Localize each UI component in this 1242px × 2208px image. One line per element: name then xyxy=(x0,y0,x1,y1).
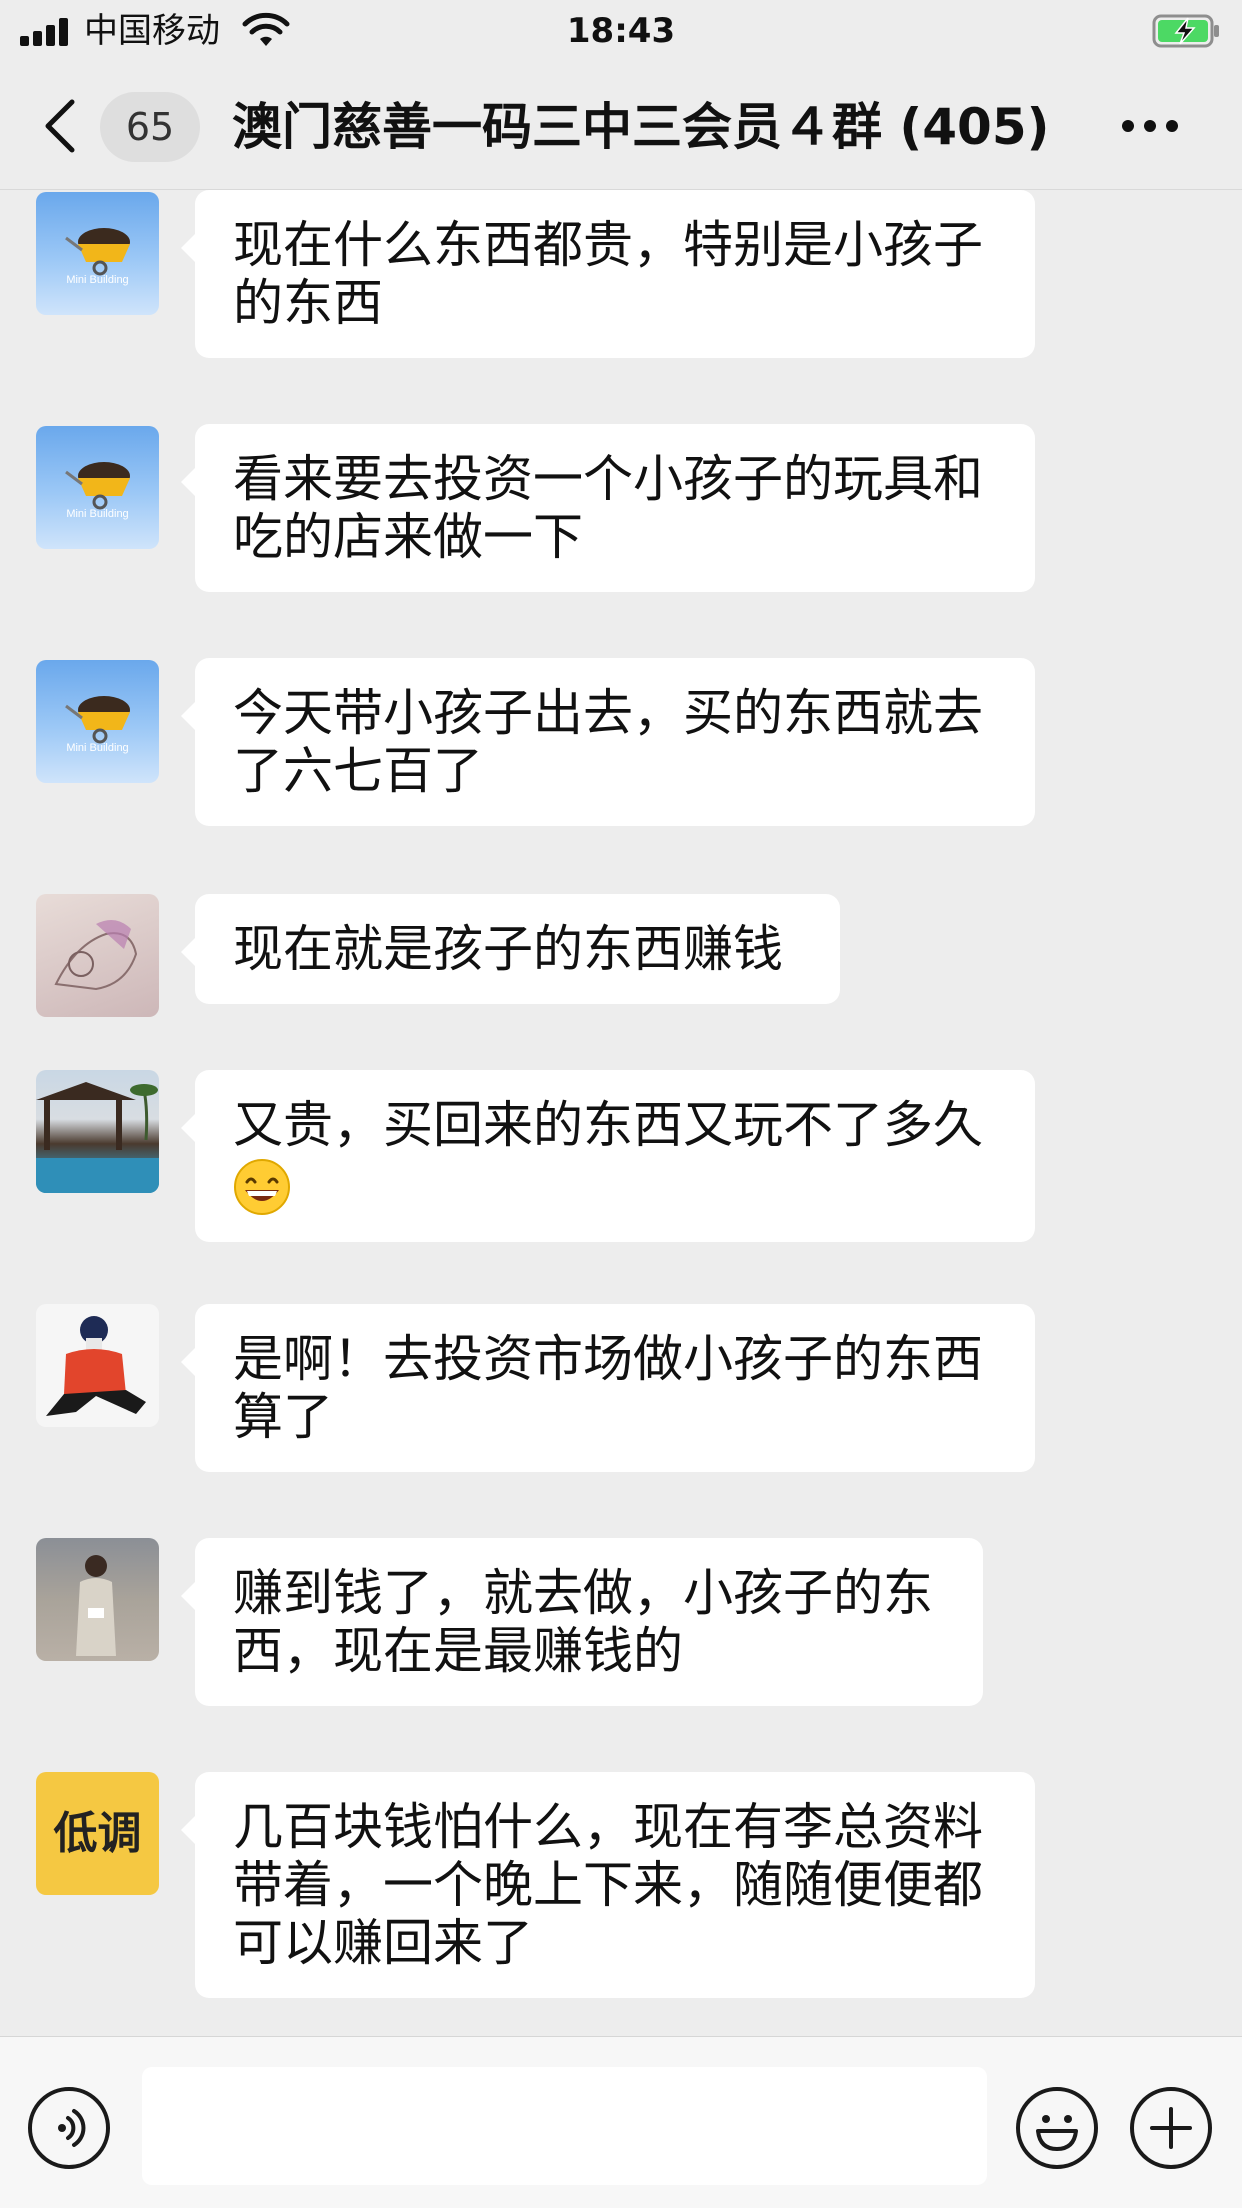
plus-icon[interactable] xyxy=(1130,2087,1212,2169)
avatar-lady[interactable] xyxy=(36,1538,159,1661)
back-chevron-icon[interactable] xyxy=(40,98,80,154)
avatar-person-red-jacket[interactable] xyxy=(36,1304,159,1427)
message-list[interactable]: Mini Building 现在什么东西都贵，特别是小孩子的东西 Mini Bu… xyxy=(0,190,1242,2036)
message-text: 看来要去投资一个小孩子的玩具和吃的店来做一下 xyxy=(233,450,983,566)
grinning-emoji-icon xyxy=(234,1158,290,1215)
avatar-label: Mini Building xyxy=(66,274,129,286)
unread-count-badge[interactable]: 65 xyxy=(100,92,200,162)
avatar-mini-building[interactable]: Mini Building xyxy=(36,192,159,315)
status-bar: 中国移动 18:43 xyxy=(0,0,1242,62)
message-bubble[interactable]: 赚到钱了，就去做，小孩子的东西，现在是最赚钱的 xyxy=(181,1538,983,1706)
chat-header: 65 澳门慈善一码三中三会员４群 (405) xyxy=(0,62,1242,190)
voice-icon[interactable] xyxy=(28,2087,110,2169)
message-text: 今天带小孩子出去，买的东西就去了六七百了 xyxy=(233,684,983,800)
message-bubble[interactable]: 又贵，买回来的东西又玩不了多久 xyxy=(181,1070,1035,1242)
chat-title: 澳门慈善一码三中三会员４群 (405) xyxy=(232,98,1050,156)
message-input[interactable] xyxy=(142,2067,987,2185)
message-bubble[interactable]: 现在什么东西都贵，特别是小孩子的东西 xyxy=(181,190,1035,358)
avatar-label: Mini Building xyxy=(66,742,129,754)
message-text: 现在就是孩子的东西赚钱 xyxy=(233,920,783,978)
avatar-text[interactable]: 低调 xyxy=(36,1772,159,1895)
avatar-mini-building[interactable]: Mini Building xyxy=(36,660,159,783)
message-bubble[interactable]: 是啊！去投资市场做小孩子的东西算了 xyxy=(181,1304,1035,1472)
battery-charging-icon xyxy=(1152,14,1219,48)
avatar-pavilion[interactable] xyxy=(36,1070,159,1193)
avatar-label: Mini Building xyxy=(66,508,129,520)
message-text: 又贵，买回来的东西又玩不了多久 xyxy=(233,1096,983,1154)
more-dots-icon[interactable] xyxy=(1122,114,1182,138)
avatar-sketch[interactable] xyxy=(36,894,159,1017)
message-text: 赚到钱了，就去做，小孩子的东西，现在是最赚钱的 xyxy=(233,1564,933,1680)
input-bar xyxy=(0,2036,1242,2208)
avatar-mini-building[interactable]: Mini Building xyxy=(36,426,159,549)
emoji-icon[interactable] xyxy=(1016,2087,1098,2169)
message-text: 几百块钱怕什么，现在有李总资料带着，一个晚上下来，随随便便都可以赚回来了 xyxy=(233,1798,983,1972)
clock: 18:43 xyxy=(566,11,676,51)
message-bubble[interactable]: 看来要去投资一个小孩子的玩具和吃的店来做一下 xyxy=(181,424,1035,592)
message-text: 现在什么东西都贵，特别是小孩子的东西 xyxy=(233,216,983,332)
message-text: 是啊！去投资市场做小孩子的东西算了 xyxy=(233,1330,983,1446)
message-bubble[interactable]: 现在就是孩子的东西赚钱 xyxy=(181,894,840,1004)
message-bubble[interactable]: 几百块钱怕什么，现在有李总资料带着，一个晚上下来，随随便便都可以赚回来了 xyxy=(181,1772,1035,1998)
message-bubble[interactable]: 今天带小孩子出去，买的东西就去了六七百了 xyxy=(181,658,1035,826)
